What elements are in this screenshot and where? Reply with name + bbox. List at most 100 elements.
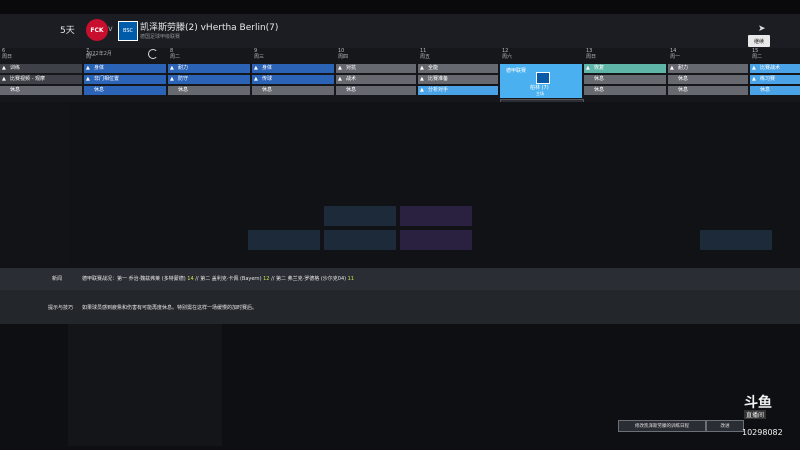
training-slot[interactable]: ▲ 非门相位置 (84, 75, 166, 84)
training-slot-label: 非门相位置 (94, 76, 120, 82)
stream-watermark-logo: 斗鱼 (744, 395, 772, 411)
match-header: 5天 FCK v BSC 凯泽斯劳滕(2) vHertha Berlin(7) … (0, 14, 800, 48)
training-icon: ▲ (170, 76, 174, 82)
day-weekday: 周四 (338, 54, 349, 60)
tips-text: 如果球员感到疲惫和伤害有可能再度休息。特别需在这样一场缓慢的加时赛后。 (82, 305, 258, 311)
background-cell (700, 230, 772, 250)
training-slot[interactable]: ▲ 传球 (252, 75, 334, 84)
improve-button[interactable]: 改进 (706, 420, 744, 432)
training-slot[interactable]: 休息 (584, 75, 666, 84)
training-icon: ▲ (254, 65, 258, 71)
training-icon: ▲ (254, 76, 258, 82)
day-header: 7 周一 (86, 48, 96, 60)
day-weekday: 周二 (170, 54, 181, 60)
training-slot[interactable]: ▲ 防守 (168, 75, 250, 84)
day-weekday: 周三 (254, 54, 265, 60)
training-slot[interactable]: ▲ 比赛准备 (418, 75, 498, 84)
opponent-logo-icon: BSC (118, 21, 138, 41)
training-slot[interactable]: 休息 (84, 86, 166, 95)
day-column: 11 周五 ▲ 全能 ▲ 比赛准备 ▲ 分析对手 (418, 48, 498, 102)
tips-bar: 提示与技巧 如果球员感到疲惫和伤害有可能再度休息。特别需在这样一场缓慢的加时赛后… (0, 290, 800, 324)
day-weekday: 周一 (670, 54, 681, 60)
training-slot-label: 身体 (94, 65, 105, 71)
training-icon: ▲ (420, 65, 424, 71)
club-logo-text: FCK (90, 26, 104, 34)
match-title[interactable]: 凯泽斯劳滕(2) vHertha Berlin(7) (140, 20, 278, 33)
continue-button[interactable]: 继续 (748, 35, 770, 47)
training-icon: ▲ (2, 65, 6, 71)
day-column: 9 周三 ▲ 身体 ▲ 传球 休息 (252, 48, 334, 102)
day-header: 11 周五 (420, 48, 430, 60)
training-slot[interactable]: ▲ 对抗 (336, 64, 416, 73)
training-icon: ▲ (338, 76, 342, 82)
day-weekday: 周一 (86, 54, 97, 60)
training-icon: ▲ (670, 65, 674, 71)
training-slot[interactable]: 休息 (668, 86, 748, 95)
day-weekday: 周五 (420, 54, 431, 60)
day-header: 10 周四 (338, 48, 348, 60)
background-cell (400, 206, 472, 226)
day-column: 8 周二 ▲ 耐力 ▲ 防守 休息 (168, 48, 250, 102)
news-ticker[interactable]: 新闻 德甲联赛战况：第一 乔治·魏兹弗莱 (多特蒙德) 14 // 第二 盖利克… (0, 268, 800, 290)
training-icon: ▲ (752, 76, 756, 82)
training-slot-label: 休息 (678, 87, 689, 93)
match-opponent-label: 柏林 (7) (530, 85, 549, 91)
training-slot[interactable]: 休息 (584, 86, 666, 95)
news-text: 德甲联赛战况：第一 乔治·魏兹弗莱 (多特蒙德) 14 // 第二 盖利克·卡佩… (82, 275, 354, 282)
training-slot[interactable]: 休息 (750, 86, 800, 95)
training-slot[interactable]: 休息 (168, 86, 250, 95)
training-slot[interactable]: 休息 (336, 86, 416, 95)
training-slot-label: 比赛战术 (760, 65, 781, 71)
club-logo-icon: FCK (86, 19, 108, 41)
training-slot[interactable]: ▲ 身体 (252, 64, 334, 73)
sidebar-dimmed (0, 102, 70, 268)
training-slot-label: 比赛视频 - 观摩 (10, 76, 45, 82)
main-panel-dimmed (70, 102, 800, 268)
training-slot-label: 分析对手 (428, 87, 449, 93)
training-slot[interactable]: ▲ 比赛视频 - 观摩 (0, 75, 82, 84)
tips-label: 提示与技巧 (48, 305, 74, 311)
news-text-part: // 第二 盖利克·卡佩 (Bayern) (193, 276, 264, 282)
training-slot-label: 休息 (10, 87, 21, 93)
training-slot[interactable]: ▲ 耐力 (168, 64, 250, 73)
day-weekday: 周六 (502, 54, 513, 60)
training-icon: ▲ (420, 87, 424, 93)
training-slot[interactable]: ▲ 练习赛 (750, 75, 800, 84)
day-weekday: 周二 (752, 54, 763, 60)
training-slot[interactable]: ▲ 耐力 (668, 64, 748, 73)
training-slot[interactable]: 休息 (668, 75, 748, 84)
training-icon: ▲ (338, 65, 342, 71)
news-label: 新闻 (52, 276, 63, 282)
training-slot-label: 身体 (262, 65, 273, 71)
training-slot[interactable]: ▲ 比赛战术 (750, 64, 800, 73)
training-slot-label: 战术 (346, 76, 357, 82)
training-slot[interactable]: ▲ 身体 (84, 64, 166, 73)
training-slot-label: 比赛准备 (428, 76, 449, 82)
match-venue-label: 主场 (536, 91, 544, 96)
day-column: 10 周四 ▲ 对抗 ▲ 战术 休息 (336, 48, 416, 102)
training-slot[interactable]: 休息 (0, 86, 82, 95)
inbox-panel-dimmed (68, 324, 222, 446)
day-header: 13 周日 (586, 48, 596, 60)
background-cell (324, 230, 396, 250)
training-slot-label: 耐力 (678, 65, 689, 71)
training-slot[interactable]: ▲ 训练 (0, 64, 82, 73)
day-weekday: 周日 (586, 54, 597, 60)
match-competition-label: 德甲联赛 (506, 68, 527, 74)
training-icon: ▲ (752, 65, 756, 71)
training-slot-label: 传球 (262, 76, 273, 82)
training-slot[interactable]: ▲ 战术 (336, 75, 416, 84)
training-slot[interactable]: ▲ 全能 (418, 64, 498, 73)
training-slot-label: 休息 (760, 87, 771, 93)
training-slot-label: 休息 (594, 87, 605, 93)
news-goals: 11 (347, 276, 355, 282)
training-slot[interactable]: 休息 (252, 86, 334, 95)
stream-watermark-sub: 直播间 (744, 410, 767, 419)
training-slot-label: 恢复 (594, 65, 605, 71)
match-day-card[interactable]: 德甲联赛 柏林 (7) 主场 (500, 64, 582, 98)
training-slot[interactable]: ▲ 恢复 (584, 64, 666, 73)
edit-training-schedule-button[interactable]: 修改凯泽斯劳滕的训练日程 (618, 420, 706, 432)
background-cell (248, 230, 320, 250)
training-slot[interactable]: ▲ 分析对手 (418, 86, 498, 95)
training-slot-label: 全能 (428, 65, 439, 71)
